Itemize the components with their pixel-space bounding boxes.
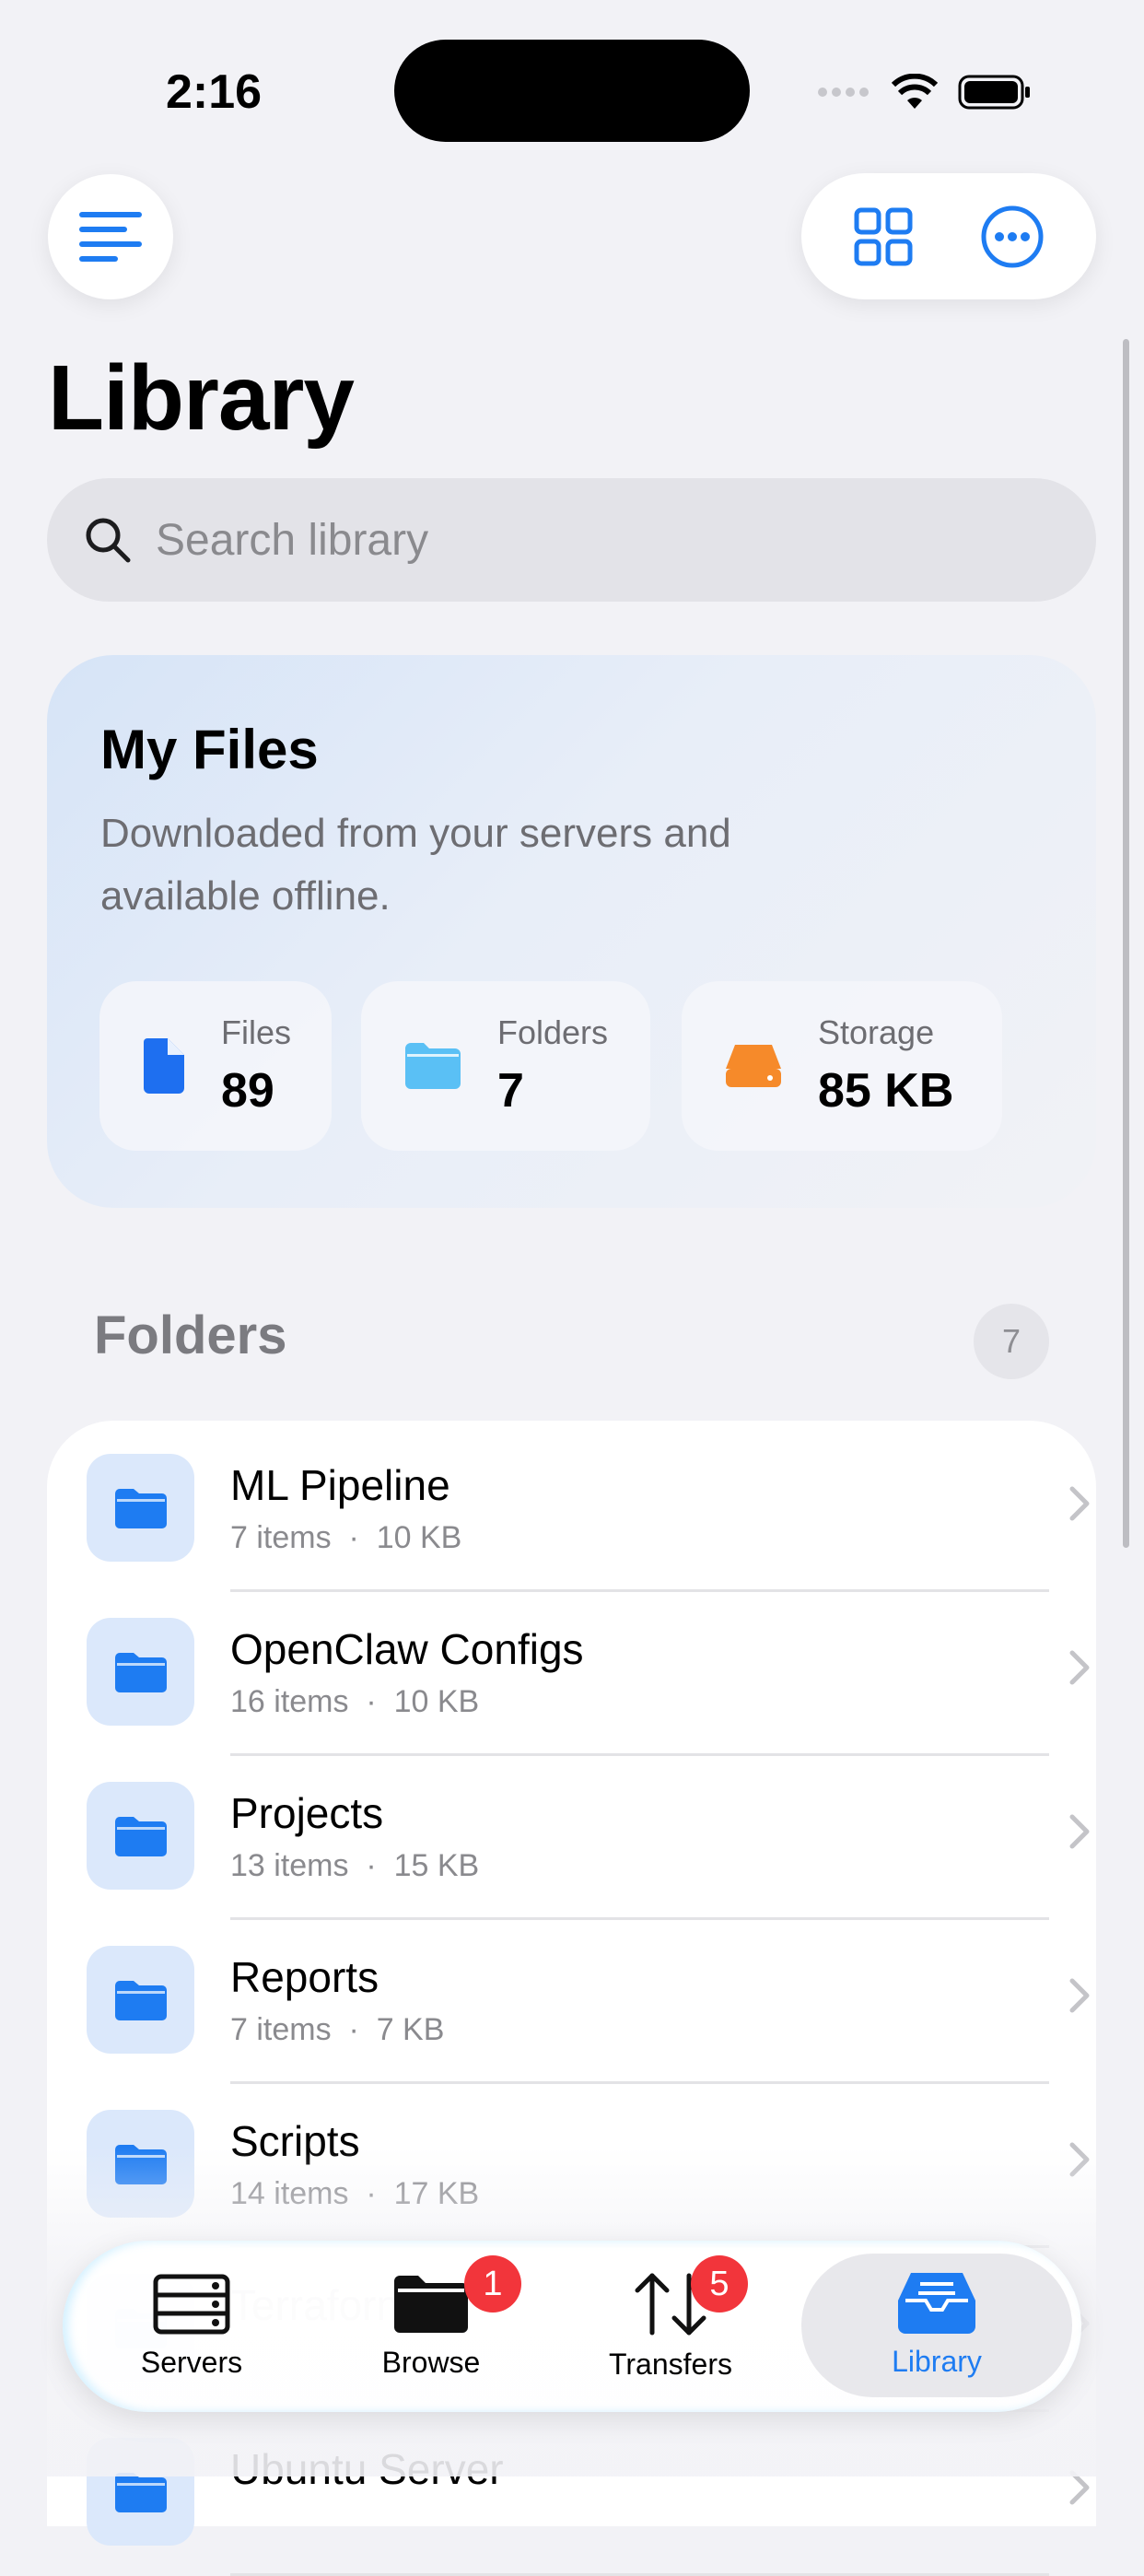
tab-library[interactable]: Library — [801, 2254, 1072, 2397]
folder-size: 10 KB — [376, 1520, 462, 1555]
tab-transfers[interactable]: Transfers 5 — [551, 2241, 790, 2412]
grid-view-icon[interactable] — [854, 207, 913, 266]
my-files-card[interactable]: My Files Downloaded from your servers an… — [47, 655, 1096, 1208]
page-title: Library — [48, 346, 355, 450]
folder-item-count: 7 items — [230, 2012, 332, 2047]
search-input[interactable]: Search library — [47, 478, 1096, 602]
drive-icon — [726, 1045, 781, 1087]
folder-row[interactable]: ML Pipeline 7 items · 10 KB — [47, 1428, 1096, 1592]
my-files-title: My Files — [100, 719, 319, 780]
tab-label: Library — [892, 2344, 982, 2378]
folder-row[interactable]: Reports 7 items · 7 KB — [47, 1920, 1096, 2084]
tab-servers[interactable]: Servers — [72, 2241, 311, 2412]
folder-icon-tile — [87, 1454, 194, 1562]
chevron-right-icon — [1069, 1486, 1090, 1521]
browse-badge: 1 — [464, 2255, 521, 2313]
folder-row[interactable]: Projects 13 items · 15 KB — [47, 1756, 1096, 1920]
folder-size: 7 KB — [376, 2012, 445, 2047]
folder-name: Reports — [230, 1953, 379, 2001]
tab-label: Browse — [381, 2345, 481, 2379]
tab-label: Servers — [140, 2345, 243, 2379]
stat-files: Files 89 — [99, 981, 332, 1151]
toolbar-pill — [801, 173, 1096, 299]
folder-icon — [114, 1652, 167, 1692]
tab-bar: Servers Browse 1 Transfers 5 Library — [63, 2241, 1081, 2412]
stat-folders: Folders 7 — [361, 981, 650, 1151]
folder-item-count: 13 items — [230, 1848, 349, 1883]
chevron-right-icon — [1069, 1814, 1090, 1849]
folder-meta: 16 items · 10 KB — [230, 1684, 480, 1719]
folders-count-badge: 7 — [974, 1304, 1049, 1379]
more-options-icon[interactable] — [980, 205, 1045, 269]
folder-icon — [114, 1980, 167, 2020]
tab-label: Transfers — [609, 2347, 732, 2381]
servers-icon — [153, 2274, 230, 2334]
search-icon — [86, 518, 131, 563]
folder-name: OpenClaw Configs — [230, 1625, 584, 1673]
folder-size: 10 KB — [393, 1684, 480, 1719]
my-files-description: Downloaded from your servers and availab… — [100, 811, 731, 919]
stat-value: 85 KB — [818, 1064, 954, 1118]
chevron-right-icon — [1069, 1650, 1090, 1685]
chevron-right-icon — [1069, 1978, 1090, 2013]
stat-storage: Storage 85 KB — [682, 981, 1002, 1151]
stat-label: Files — [221, 1013, 292, 1051]
battery-icon — [958, 75, 1030, 110]
folder-icon-tile — [87, 1946, 194, 2054]
folder-icon-tile — [87, 1782, 194, 1890]
folder-icon-tile — [87, 1618, 194, 1726]
folder-item-count: 7 items — [230, 1520, 332, 1555]
file-icon — [144, 1038, 184, 1094]
menu-button[interactable] — [48, 174, 173, 299]
folder-icon — [405, 1043, 461, 1089]
stat-label: Storage — [818, 1013, 935, 1051]
cellular-icon — [818, 88, 869, 97]
transfers-badge: 5 — [691, 2255, 748, 2313]
dynamic-island — [394, 40, 750, 142]
folder-meta: 7 items · 10 KB — [230, 1520, 462, 1555]
folder-icon — [394, 2275, 468, 2333]
search-placeholder: Search library — [156, 515, 429, 565]
stat-label: Folders — [497, 1013, 609, 1051]
folder-item-count: 16 items — [230, 1684, 349, 1719]
folders-section-title: Folders — [94, 1306, 287, 1365]
folder-icon — [114, 1488, 167, 1528]
menu-lines-icon — [79, 212, 142, 262]
scrollbar[interactable] — [1123, 339, 1129, 1548]
folder-meta: 7 items · 7 KB — [230, 2012, 445, 2047]
stat-value: 7 — [497, 1064, 524, 1118]
status-icons — [818, 74, 1032, 111]
stat-value: 89 — [221, 1064, 274, 1118]
folder-icon — [114, 2472, 167, 2512]
folder-icon — [114, 1816, 167, 1856]
tab-browse[interactable]: Browse 1 — [311, 2241, 551, 2412]
folder-size: 15 KB — [393, 1848, 480, 1883]
wifi-icon — [892, 74, 938, 109]
tray-icon — [898, 2272, 975, 2334]
folder-name: ML Pipeline — [230, 1461, 450, 1509]
folder-name: Projects — [230, 1789, 384, 1837]
folder-meta: 13 items · 15 KB — [230, 1848, 480, 1883]
status-time: 2:16 — [166, 65, 263, 119]
folder-row[interactable]: OpenClaw Configs 16 items · 10 KB — [47, 1592, 1096, 1756]
